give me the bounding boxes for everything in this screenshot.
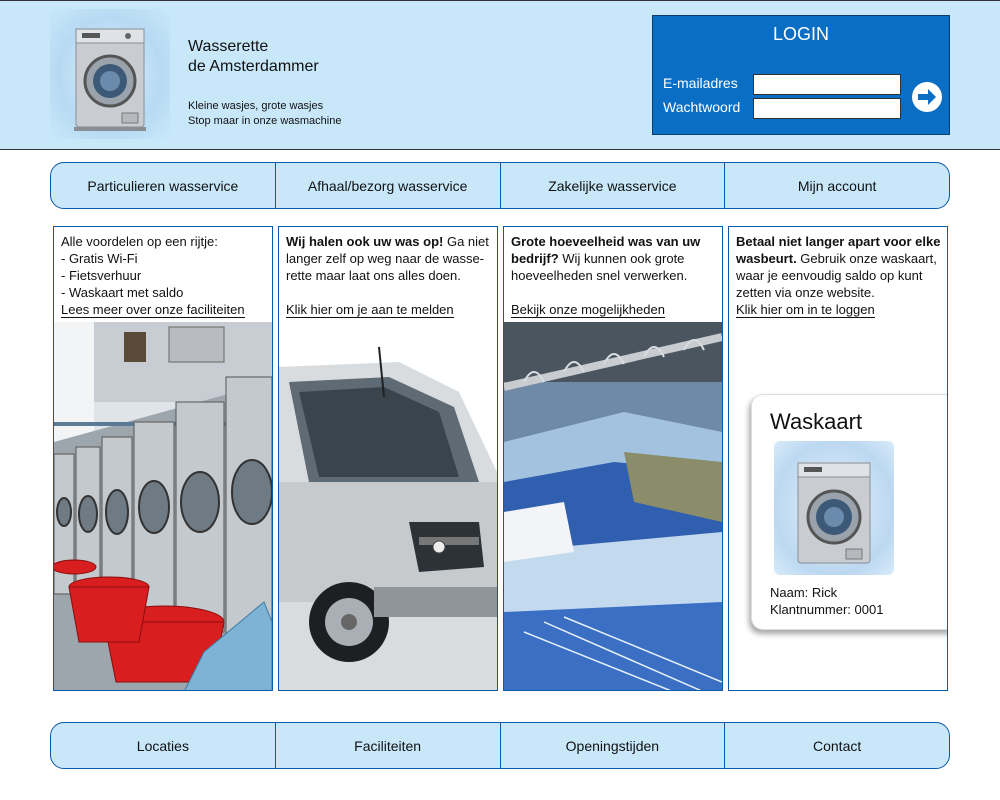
nav-openingstijden[interactable]: Openingstijden (501, 723, 726, 768)
tagline-line-2: Stop maar in onze wasmachine (188, 115, 342, 127)
login-panel: LOGIN E-mailadres Wachtwoord (652, 15, 950, 135)
column-zakelijk: Grote hoeveelheid was van uw bedrijf? Wi… (503, 226, 723, 691)
inloggen-link[interactable]: Klik hier om in te loggen (736, 302, 875, 318)
laundromat-photo (54, 322, 272, 690)
waskaart-title: Waskaart (770, 409, 863, 434)
waskaart-name: Naam: Rick (770, 585, 838, 600)
bottom-nav: Locaties Faciliteiten Openingstijden Con… (50, 722, 950, 769)
column-text: Grote hoeveelheid was van uw bedrijf? Wi… (511, 233, 719, 318)
column-faciliteiten: Alle voordelen op een rijtje: - Gratis W… (53, 226, 273, 691)
brand-name: Wasserette de Amsterdammer (188, 37, 319, 77)
nav-zakelijk[interactable]: Zakelijke wasservice (501, 163, 726, 208)
column-waskaart: Betaal niet langer apart voor elke wasbe… (728, 226, 948, 691)
brand-line-2: de Amsterdammer (188, 58, 319, 75)
email-field[interactable] (753, 74, 901, 95)
arrow-right-icon (918, 89, 936, 105)
email-label: E-mailadres (663, 75, 738, 91)
benefit-item: - Fietsverhuur (61, 268, 142, 283)
waskaart-card: Waskaart Naam: Rick Klantnummer: 0001 (751, 394, 947, 630)
nav-particulieren[interactable]: Particulieren wasservice (51, 163, 276, 208)
benefit-item: - Gratis Wi-Fi (61, 251, 138, 266)
site-header: Wasserette de Amsterdammer Kleine wasjes… (0, 0, 1000, 150)
column-heading: Wij halen ook uw was op! (286, 234, 444, 249)
column-text: Betaal niet langer apart voor elke wasbe… (736, 233, 944, 318)
washing-machine-icon[interactable] (50, 9, 170, 139)
column-text: Alle voordelen op een rijtje: - Gratis W… (61, 233, 269, 318)
top-nav: Particulieren wasservice Afhaal/bezorg w… (50, 162, 950, 209)
nav-contact[interactable]: Contact (725, 723, 949, 768)
nav-mijn-account[interactable]: Mijn account (725, 163, 949, 208)
nav-faciliteiten[interactable]: Faciliteiten (276, 723, 501, 768)
washing-machine-icon (774, 441, 894, 575)
waskaart-customer-number: Klantnummer: 0001 (770, 602, 884, 617)
faciliteiten-link[interactable]: Lees meer over onze faciliteiten (61, 302, 245, 318)
nav-afhaal-bezorg[interactable]: Afhaal/bezorg wasservice (276, 163, 501, 208)
nav-locaties[interactable]: Locaties (51, 723, 276, 768)
benefit-item: - Waskaart met saldo (61, 285, 184, 300)
tagline-line-1: Kleine wasjes, grote wasjes (188, 100, 324, 112)
tagline: Kleine wasjes, grote wasjes Stop maar in… (188, 99, 341, 129)
benefits-intro: Alle voordelen op een rijtje: (61, 234, 218, 249)
mogelijkheden-link[interactable]: Bekijk onze mogelijkheden (511, 302, 665, 318)
aanmelden-link[interactable]: Klik hier om je aan te melden (286, 302, 454, 318)
delivery-van-photo (279, 322, 497, 690)
login-submit-button[interactable] (912, 82, 942, 112)
column-afhaal: Wij halen ook uw was op! Ga niet langer … (278, 226, 498, 691)
shirts-rack-photo (504, 322, 722, 690)
password-field[interactable] (753, 98, 901, 119)
brand-line-1: Wasserette (188, 38, 269, 55)
column-text: Wij halen ook uw was op! Ga niet langer … (286, 233, 494, 318)
password-label: Wachtwoord (663, 99, 741, 115)
login-title: LOGIN (772, 24, 829, 44)
